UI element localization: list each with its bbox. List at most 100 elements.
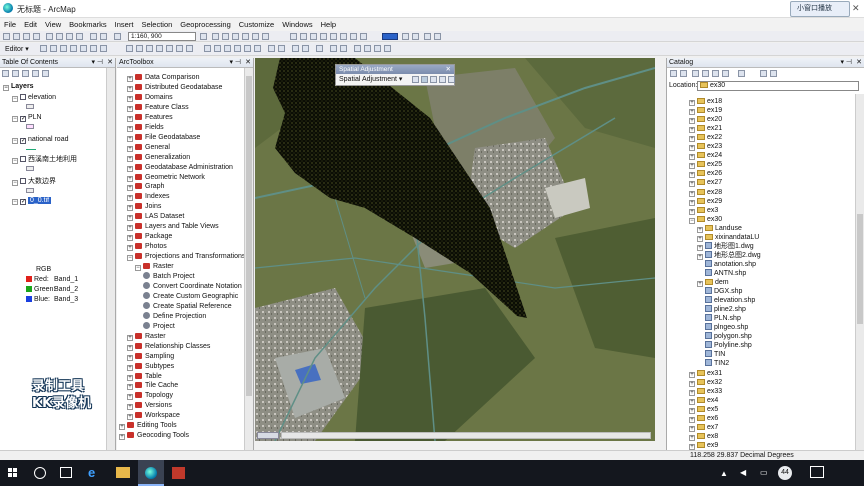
tool-item[interactable]: Create Spatial Reference [143, 301, 232, 311]
toolset-item[interactable]: + Table [127, 372, 162, 381]
time-slider-icon[interactable] [384, 45, 391, 52]
save-icon[interactable] [23, 33, 30, 40]
tool-icon[interactable] [90, 45, 97, 52]
toolset-item[interactable]: + Relationship Classes [127, 342, 210, 351]
spatial-adjustment-menu[interactable]: Spatial Adjustment ▾ [339, 75, 402, 83]
expand-icon[interactable]: + [127, 85, 133, 92]
expand-icon[interactable]: + [127, 155, 133, 162]
expand-icon[interactable]: + [119, 424, 125, 431]
tool-icon[interactable] [80, 45, 87, 52]
arctoolbox-icon[interactable] [242, 33, 249, 40]
catalog-item[interactable]: + ex27 [689, 178, 722, 188]
toolset-item[interactable]: + Tile Cache [127, 381, 178, 391]
toolset-item[interactable]: + Sampling [127, 352, 174, 361]
toolset-item[interactable]: + General [127, 143, 170, 152]
connect-folder-icon[interactable] [712, 70, 719, 77]
toolset-item[interactable]: − Raster [135, 262, 174, 272]
toolset-item[interactable]: + Data Comparison [127, 73, 199, 82]
collapse-icon[interactable]: − [3, 85, 9, 91]
close-icon[interactable]: ✕ [856, 58, 862, 68]
layer-visibility-checkbox[interactable]: ✓ [20, 116, 26, 122]
back-icon[interactable] [268, 45, 275, 52]
file-explorer-icon[interactable] [116, 467, 130, 478]
toc-layers-root[interactable]: − Layers [3, 82, 34, 91]
toc-layer-item[interactable]: − 大数边界 [12, 177, 56, 186]
toolset-item[interactable]: + Geometric Network [127, 173, 205, 182]
toolset-item[interactable]: + Topology [127, 391, 173, 401]
expand-icon[interactable]: + [127, 115, 133, 122]
tool-icon[interactable] [156, 45, 163, 52]
catalog-item[interactable]: + ex18 [689, 97, 722, 106]
toolset-item[interactable]: + Photos [127, 242, 167, 252]
toolset-item[interactable]: + LAS Dataset [127, 212, 184, 222]
catalog-item[interactable]: + ex3 [689, 206, 718, 215]
expand-icon[interactable]: + [127, 364, 133, 371]
catalog-item[interactable]: DGX.shp [697, 287, 742, 296]
catalog-item[interactable]: pline2.shp [697, 305, 746, 314]
toc-layer-item[interactable]: − 西溪南土地利用 [12, 155, 77, 164]
map-scale-combo[interactable]: 1:160, 900 [128, 32, 196, 41]
new-icon[interactable] [3, 33, 10, 40]
layout-view-toggle[interactable] [257, 432, 279, 439]
expand-icon[interactable]: + [119, 434, 125, 441]
scrollbar-thumb[interactable] [246, 76, 252, 396]
options-icon[interactable] [42, 70, 49, 77]
tool-icon[interactable] [434, 33, 441, 40]
home-icon[interactable] [692, 70, 699, 77]
expand-icon[interactable]: + [127, 215, 133, 222]
menu-bookmarks[interactable]: Bookmarks [65, 18, 111, 31]
editor-toolbar-icon[interactable] [200, 33, 207, 40]
layer-visibility-checkbox[interactable]: ✓ [20, 138, 26, 144]
toolset-item[interactable]: + Features [127, 113, 173, 122]
tool-item[interactable]: Project [143, 321, 175, 331]
catalog-item[interactable]: + ex8 [689, 432, 718, 441]
identify-icon[interactable] [330, 45, 337, 52]
catalog-item[interactable]: Polyline.shp [697, 341, 752, 350]
undo-icon[interactable] [90, 33, 97, 40]
clear-selection-icon[interactable] [302, 45, 309, 52]
tool-icon[interactable] [320, 33, 327, 40]
new-displacement-link-icon[interactable] [421, 76, 428, 83]
toc-layer-item[interactable]: − ✓ PLN [12, 113, 42, 122]
expand-icon[interactable]: + [127, 414, 133, 421]
layer-visibility-checkbox[interactable] [20, 94, 26, 100]
forward-icon[interactable] [278, 45, 285, 52]
catalog-item[interactable]: + xixinandataLU [697, 233, 759, 242]
collapse-icon[interactable]: − [12, 116, 18, 122]
delete-icon[interactable] [76, 33, 83, 40]
menu-view[interactable]: View [41, 18, 65, 31]
pan-icon[interactable] [224, 45, 231, 52]
adjust-icon[interactable] [448, 76, 455, 83]
expand-icon[interactable]: − [135, 265, 141, 272]
expand-icon[interactable]: + [127, 145, 133, 152]
hyperlink-icon[interactable] [340, 45, 347, 52]
tool-icon[interactable] [424, 33, 431, 40]
menu-windows[interactable]: Windows [278, 18, 316, 31]
catalog-item[interactable]: + ex22 [689, 133, 722, 143]
tool-icon[interactable] [330, 33, 337, 40]
catalog-item[interactable]: + ex31 [689, 369, 722, 378]
editor-menu[interactable]: Editor ▾ [5, 45, 29, 53]
list-by-drawing-order-icon[interactable] [2, 70, 9, 77]
tool-item[interactable]: Define Projection [143, 311, 206, 321]
print-icon[interactable] [33, 33, 40, 40]
search-icon[interactable] [34, 467, 46, 479]
tool-icon[interactable] [126, 45, 133, 52]
full-extent-icon[interactable] [234, 45, 241, 52]
python-icon[interactable] [252, 33, 259, 40]
collapse-icon[interactable]: − [12, 158, 18, 164]
new-folder-icon[interactable] [760, 70, 767, 77]
expand-icon[interactable]: + [127, 205, 133, 212]
catalog-window-icon[interactable] [222, 33, 229, 40]
sketch-tool-icon[interactable] [50, 45, 57, 52]
catalog-item[interactable]: + ex32 [689, 378, 722, 387]
menu-customize[interactable]: Customize [235, 18, 278, 31]
tool-icon[interactable] [136, 45, 143, 52]
zoom-in-icon[interactable] [204, 45, 211, 52]
catalog-item[interactable]: + ex24 [689, 151, 722, 161]
toolset-item[interactable]: + Raster [127, 332, 166, 341]
modify-link-icon[interactable] [430, 76, 437, 83]
list-by-selection-icon[interactable] [32, 70, 39, 77]
toolset-item[interactable]: + Domains [127, 93, 173, 102]
notification-badge[interactable]: 44 [778, 466, 792, 480]
